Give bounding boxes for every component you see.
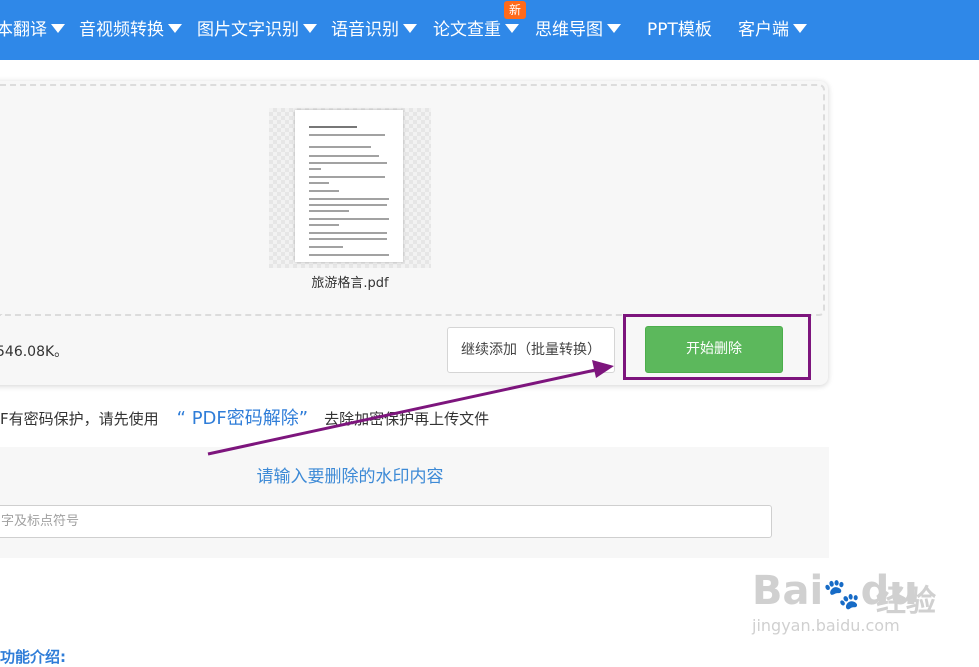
brand-url: jingyan.baidu.com (752, 616, 900, 635)
new-badge: 新 (504, 1, 526, 19)
caret-down-icon (793, 23, 807, 33)
pdf-password-remove-link[interactable]: “ PDF密码解除” (177, 408, 308, 429)
nav-item-label: 音视频转换 (79, 20, 164, 40)
feature-intro-heading: 功能介绍: (0, 648, 66, 666)
file-name: 旅游格言.pdf (311, 276, 389, 291)
password-notice: F有密码保护，请先使用 “ PDF密码解除” 去除加密保护再上传文件 (0, 404, 489, 434)
pdf-page-preview (295, 110, 403, 262)
caret-down-icon (607, 23, 621, 33)
caret-down-icon (403, 23, 417, 33)
nav-item-speech[interactable]: 语音识别 (331, 0, 417, 60)
continue-add-button[interactable]: 继续添加（批量转换） (447, 327, 615, 373)
nav-item-label: 思维导图 (535, 20, 603, 40)
caret-down-icon (51, 23, 65, 33)
nav-item-label: 本翻译 (0, 20, 47, 40)
caret-down-icon (303, 23, 317, 33)
watermark-title: 请输入要删除的水印内容 (256, 467, 444, 487)
nav-item-label: PPT模板 (647, 20, 712, 40)
caret-down-icon (505, 23, 519, 33)
nav-item-ocr[interactable]: 图片文字识别 (197, 0, 317, 60)
caret-down-icon (168, 23, 182, 33)
nav-item-av-convert[interactable]: 音视频转换 (79, 0, 182, 60)
file-size-info: 546.08K。 (0, 344, 69, 360)
brand-cn: 经验 (876, 584, 936, 619)
nav-item-label: 论文查重 (433, 20, 501, 40)
baidu-jingyan-watermark-logo: Bai🐾du 经验 jingyan.baidu.com (752, 566, 952, 646)
file-thumbnail[interactable] (269, 108, 431, 268)
nav-item-mindmap[interactable]: 思维导图 (535, 0, 621, 60)
notice-prefix: F有密码保护，请先使用 (0, 410, 159, 428)
nav-item-label: 客户端 (738, 20, 789, 40)
top-nav-bar: 本翻译 音视频转换 图片文字识别 语音识别 论文查重 新 思维导图 PPT模板 … (0, 0, 979, 60)
paw-icon: 🐾 (823, 577, 861, 612)
notice-suffix: 去除加密保护再上传文件 (324, 410, 490, 428)
start-delete-button[interactable]: 开始删除 (645, 326, 783, 373)
nav-item-label: 语音识别 (331, 20, 399, 40)
nav-item-ppt[interactable]: PPT模板 (647, 0, 712, 60)
nav-item-label: 图片文字识别 (197, 20, 299, 40)
watermark-content-input[interactable] (0, 505, 772, 538)
nav-item-client[interactable]: 客户端 (738, 0, 807, 60)
nav-item-text-translate[interactable]: 本翻译 (0, 0, 65, 60)
